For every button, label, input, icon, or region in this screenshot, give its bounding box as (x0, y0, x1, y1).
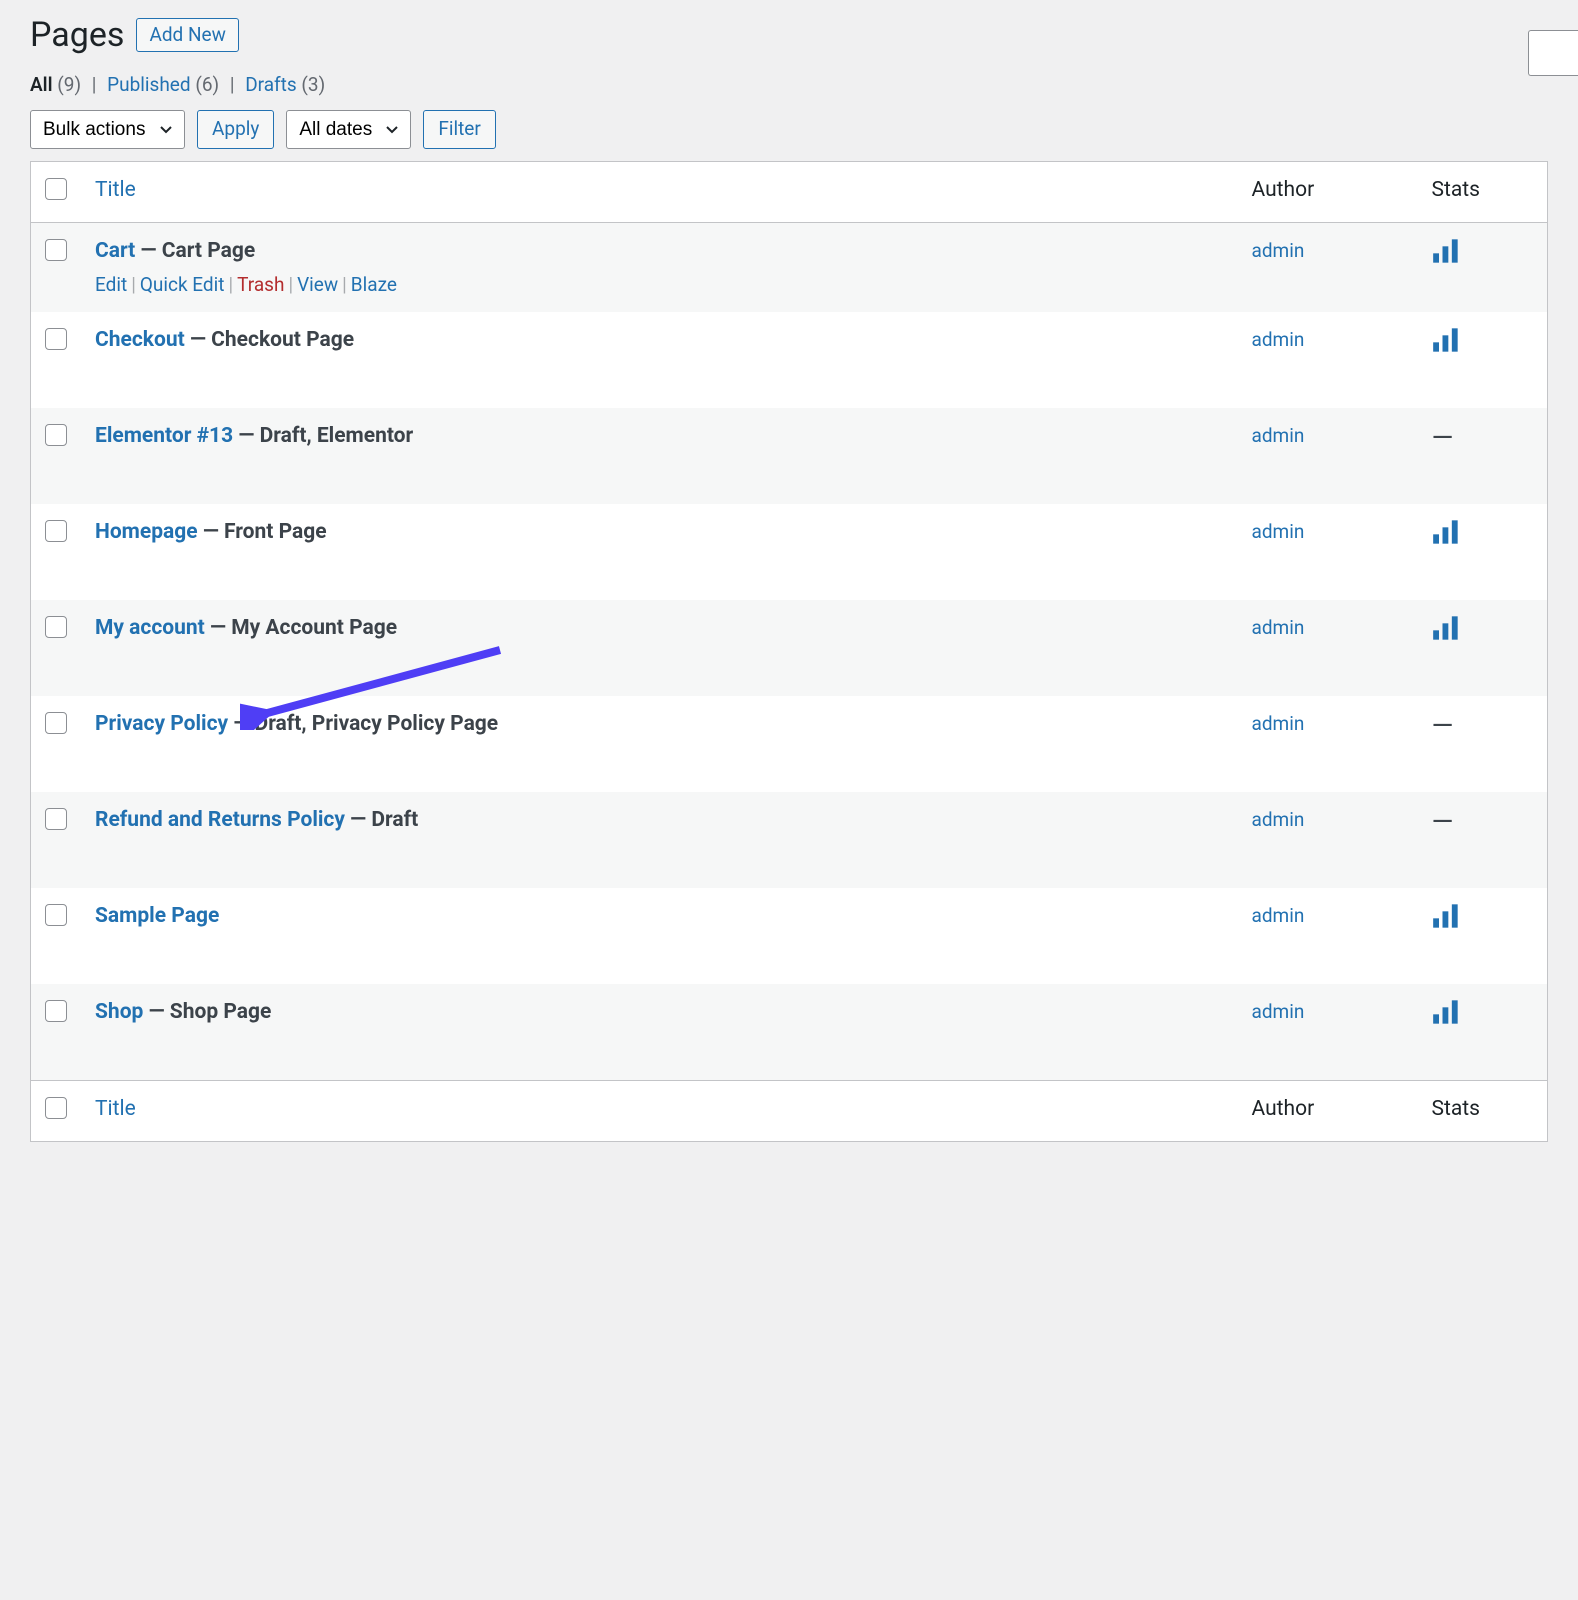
row-checkbox[interactable] (45, 424, 67, 446)
dates-select[interactable]: All dates (286, 110, 411, 149)
table-row: Checkout — Checkout Page admin (31, 312, 1548, 408)
table-row: My account — My Account Page admin (31, 600, 1548, 696)
author-link[interactable]: admin (1252, 1000, 1305, 1023)
page-title-link[interactable]: Sample Page (95, 904, 219, 928)
col-stats: Stats (1418, 162, 1548, 223)
page-title-link[interactable]: My account (95, 616, 205, 640)
trash-link[interactable]: Trash (237, 273, 284, 296)
page-title-link[interactable]: Cart (95, 239, 135, 263)
bar-chart-icon[interactable] (1432, 1000, 1534, 1024)
row-checkbox[interactable] (45, 328, 67, 350)
filter-all[interactable]: All (30, 73, 53, 96)
no-stats-icon: — (1432, 805, 1454, 838)
post-state: — Draft, Elementor (233, 424, 413, 448)
row-checkbox[interactable] (45, 616, 67, 638)
col-author: Author (1238, 162, 1418, 223)
bar-chart-icon[interactable] (1432, 904, 1534, 928)
view-link[interactable]: View (297, 273, 338, 296)
author-link[interactable]: admin (1252, 712, 1305, 735)
author-link[interactable]: admin (1252, 808, 1305, 831)
post-state: — Checkout Page (185, 328, 354, 352)
author-link[interactable]: admin (1252, 328, 1305, 351)
table-row: Elementor #13 — Draft, Elementor admin — (31, 408, 1548, 504)
author-link[interactable]: admin (1252, 239, 1305, 262)
post-state: — Cart Page (135, 239, 255, 263)
table-row: Sample Page admin (31, 888, 1548, 984)
author-link[interactable]: admin (1252, 616, 1305, 639)
page-title-link[interactable]: Privacy Policy (95, 712, 228, 736)
select-all-checkbox[interactable] (45, 178, 67, 200)
author-link[interactable]: admin (1252, 424, 1305, 447)
row-checkbox[interactable] (45, 712, 67, 734)
table-row: Refund and Returns Policy — Draft admin — (31, 792, 1548, 888)
no-stats-icon: — (1432, 421, 1454, 454)
bar-chart-icon[interactable] (1432, 239, 1534, 263)
filter-published[interactable]: Published (107, 73, 190, 96)
post-state: — Draft, Privacy Policy Page (228, 712, 498, 736)
apply-button[interactable]: Apply (197, 110, 274, 149)
bar-chart-icon[interactable] (1432, 328, 1534, 352)
row-checkbox[interactable] (45, 520, 67, 542)
table-row: Homepage — Front Page admin (31, 504, 1548, 600)
row-checkbox[interactable] (45, 808, 67, 830)
status-filter-links: All (9) | Published (6) | Drafts (3) (30, 73, 1548, 96)
filter-drafts[interactable]: Drafts (245, 73, 297, 96)
page-title-link[interactable]: Refund and Returns Policy (95, 808, 345, 832)
row-checkbox[interactable] (45, 904, 67, 926)
page-title-link[interactable]: Shop (95, 1000, 143, 1024)
post-state: — Draft (345, 808, 418, 832)
pages-table: Title Author Stats Cart — Cart Page Edit|… (30, 161, 1548, 1142)
select-all-checkbox-footer[interactable] (45, 1097, 67, 1119)
table-row: Cart — Cart Page Edit|Quick Edit|Trash|Vi… (31, 223, 1548, 313)
post-state: — My Account Page (205, 616, 397, 640)
page-title-link[interactable]: Homepage (95, 520, 198, 544)
blaze-link[interactable]: Blaze (351, 273, 397, 296)
page-title-link[interactable]: Checkout (95, 328, 185, 352)
post-state: — Shop Page (143, 1000, 271, 1024)
bulk-actions-select[interactable]: Bulk actions (30, 110, 185, 149)
col-title-footer[interactable]: Title (81, 1081, 1238, 1142)
table-row: Shop — Shop Page admin (31, 984, 1548, 1081)
quick-edit-link[interactable]: Quick Edit (140, 273, 225, 296)
bar-chart-icon[interactable] (1432, 616, 1534, 640)
filter-button[interactable]: Filter (423, 110, 495, 149)
col-title[interactable]: Title (81, 162, 1238, 223)
author-link[interactable]: admin (1252, 904, 1305, 927)
row-actions: Edit|Quick Edit|Trash|View|Blaze (95, 273, 1224, 296)
author-link[interactable]: admin (1252, 520, 1305, 543)
bar-chart-icon[interactable] (1432, 520, 1534, 544)
post-state: — Front Page (198, 520, 327, 544)
page-title: Pages (30, 15, 124, 55)
edit-link[interactable]: Edit (95, 273, 127, 296)
no-stats-icon: — (1432, 709, 1454, 742)
col-stats-footer: Stats (1418, 1081, 1548, 1142)
page-title-link[interactable]: Elementor #13 (95, 424, 233, 448)
table-row: Privacy Policy — Draft, Privacy Policy P… (31, 696, 1548, 792)
row-checkbox[interactable] (45, 239, 67, 261)
row-checkbox[interactable] (45, 1000, 67, 1022)
add-new-button[interactable]: Add New (136, 18, 238, 53)
search-input[interactable] (1528, 30, 1578, 76)
col-author-footer: Author (1238, 1081, 1418, 1142)
